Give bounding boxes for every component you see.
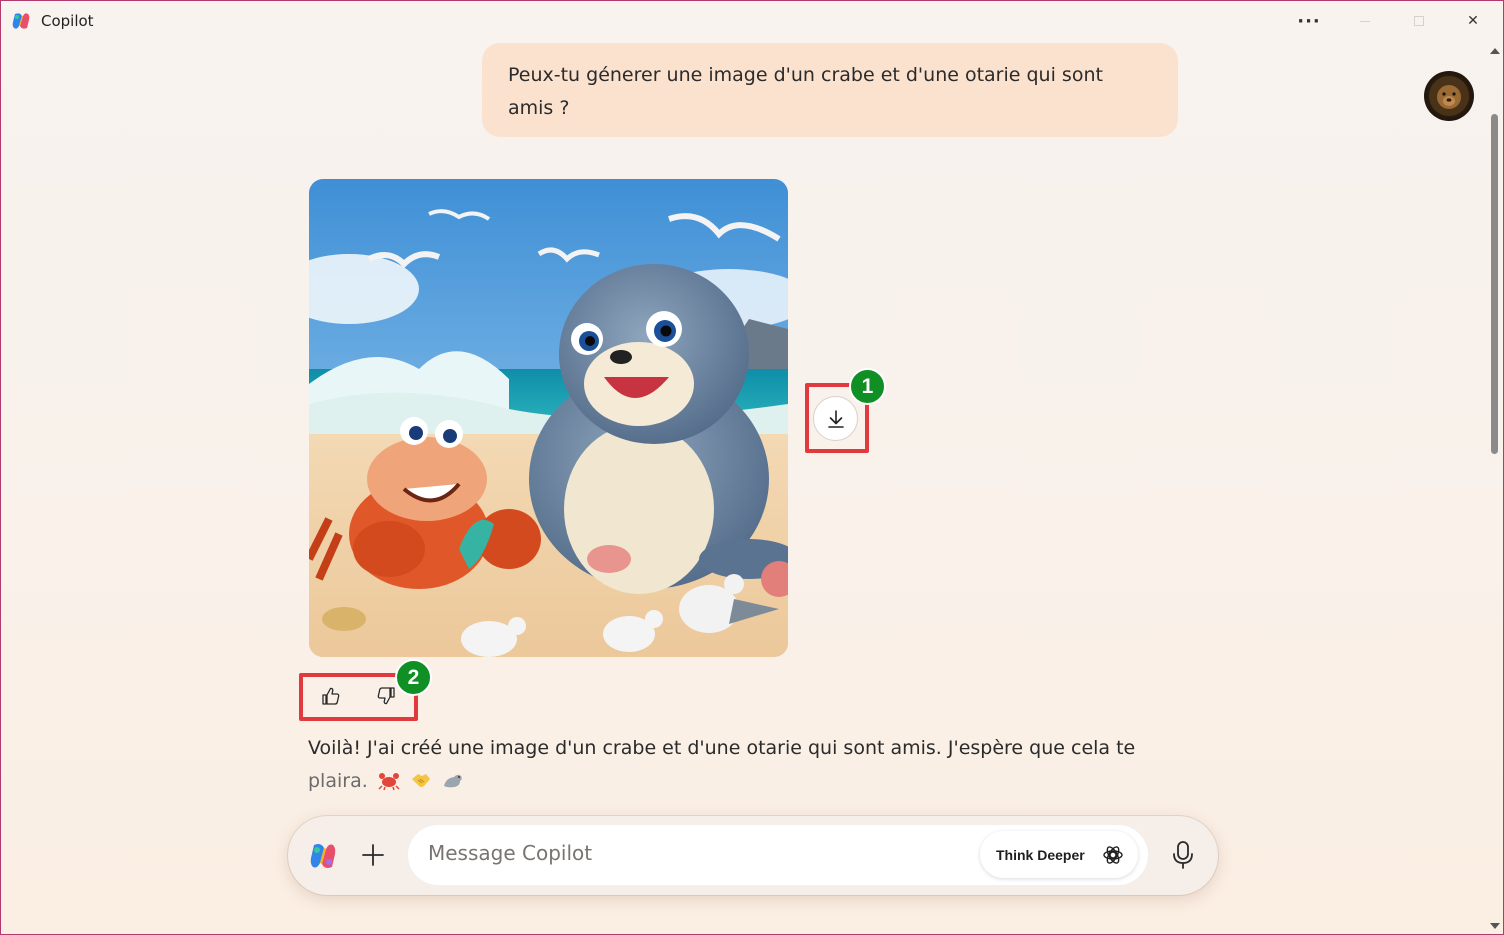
handshake-emoji-icon [411,774,430,787]
message-input-placeholder[interactable]: Message Copilot [428,841,592,865]
user-message-bubble: Peux-tu génerer une image d'un crabe et … [482,43,1178,137]
thumbs-up-icon [322,687,340,705]
copilot-logo-icon [12,13,30,29]
copilot-composer-logo-icon[interactable] [308,841,338,871]
think-deeper-icon [1103,846,1123,864]
crab-emoji-icon [378,773,400,791]
copilot-response: Voilà! J'ai créé une image d'un crabe et… [308,732,1168,798]
microphone-icon [1173,841,1193,869]
title-bar: Copilot ··· ✕ [0,0,1504,42]
thumbs-down-icon [377,687,395,705]
annotation-badge-1: 1 [849,368,886,405]
download-icon [827,409,844,428]
annotation-badge-2: 2 [395,659,432,696]
lion-avatar-image [1429,76,1469,116]
app-title: Copilot [41,12,94,30]
more-icon: ··· [1297,10,1321,32]
thumbs-up-button[interactable] [313,680,349,712]
think-deeper-label: Think Deeper [996,846,1085,863]
scroll-up-arrow[interactable] [1490,48,1500,54]
response-line-1: Voilà! J'ai créé une image d'un crabe et… [308,737,1136,759]
seal-emoji-icon [443,774,462,788]
maximize-button[interactable] [1392,0,1446,42]
response-line-2-text: plaira. [308,770,368,792]
minimize-icon [1360,20,1370,22]
microphone-button[interactable] [1164,836,1202,874]
scrollbar[interactable] [1488,42,1502,935]
response-line-2: plaira. [308,765,1168,798]
avatar[interactable] [1424,71,1474,121]
minimize-button[interactable] [1338,0,1392,42]
add-attachment-button[interactable] [356,838,390,872]
generated-image[interactable] [309,179,788,657]
think-deeper-button[interactable]: Think Deeper [980,831,1138,878]
scroll-thumb[interactable] [1491,114,1498,454]
crab-and-seal-illustration [309,179,788,657]
more-options-button[interactable]: ··· [1282,0,1336,42]
close-icon: ✕ [1467,13,1479,29]
maximize-icon [1414,16,1424,26]
scroll-down-arrow[interactable] [1490,923,1500,929]
download-image-button[interactable] [813,396,858,441]
plus-icon [362,844,384,866]
close-button[interactable]: ✕ [1446,0,1500,42]
